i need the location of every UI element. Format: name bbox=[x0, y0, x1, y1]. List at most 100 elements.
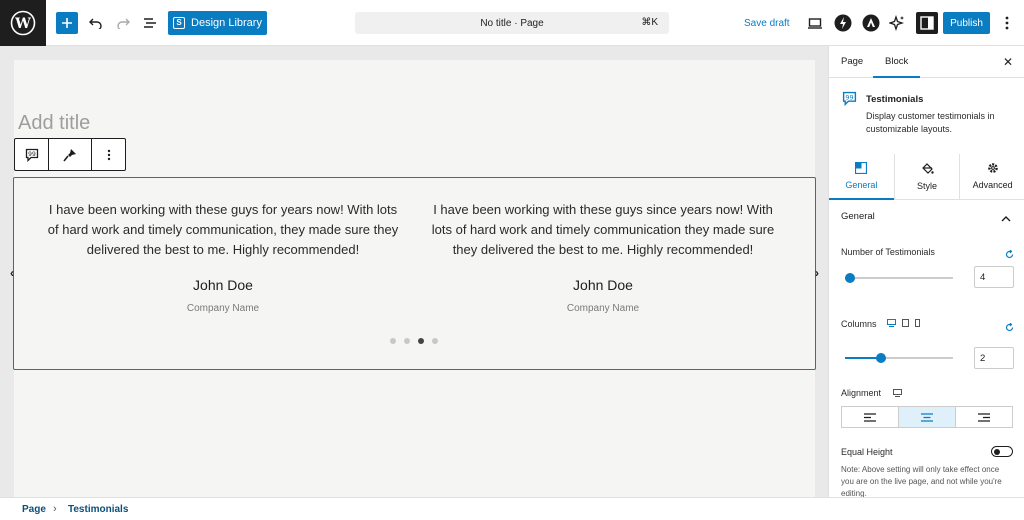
carousel-pagination bbox=[390, 338, 438, 344]
align-center-icon bbox=[921, 412, 933, 422]
active-tab-indicator bbox=[873, 76, 920, 78]
gear-icon bbox=[987, 163, 998, 173]
slider-thumb[interactable] bbox=[845, 273, 855, 283]
inspector-tabs: General Style Advanced bbox=[829, 154, 1024, 200]
mobile-icon[interactable] bbox=[915, 319, 920, 327]
redo-icon[interactable] bbox=[113, 12, 133, 34]
breadcrumb-page[interactable]: Page bbox=[22, 504, 46, 515]
desktop-icon[interactable] bbox=[893, 389, 902, 397]
more-vertical-icon bbox=[107, 149, 110, 160]
chevron-up-icon[interactable] bbox=[1001, 210, 1011, 228]
toggle-knob bbox=[994, 448, 1000, 455]
brush-icon bbox=[63, 148, 76, 161]
pagination-dot[interactable] bbox=[432, 338, 438, 344]
tab-block[interactable]: Block bbox=[885, 56, 908, 67]
align-center-button[interactable] bbox=[899, 407, 956, 427]
testimonial-card: I have been working with these guys sinc… bbox=[419, 200, 787, 314]
testimonial-icon: 99 bbox=[842, 91, 857, 111]
desktop-icon[interactable] bbox=[887, 319, 896, 327]
equal-height-toggle[interactable] bbox=[991, 446, 1013, 457]
tab-advanced[interactable]: Advanced bbox=[960, 154, 1024, 199]
testimonial-quote: I have been working with these guys sinc… bbox=[431, 202, 775, 257]
sidebar-tabs: Page Block ✕ bbox=[829, 46, 1024, 78]
svg-text:99: 99 bbox=[845, 94, 853, 102]
alignment-control bbox=[841, 406, 1013, 428]
command-palette-bar[interactable]: No title · Page ⌘K bbox=[355, 12, 669, 34]
top-toolbar: W S Design Library No title · Page ⌘K Sa… bbox=[0, 0, 1024, 46]
block-type-button[interactable]: 99 bbox=[15, 139, 49, 170]
columns-input[interactable]: 2 bbox=[974, 347, 1014, 369]
columns-label: Columns bbox=[841, 319, 877, 329]
command-shortcut: ⌘K bbox=[641, 17, 658, 28]
device-switcher bbox=[887, 319, 920, 327]
tablet-icon[interactable] bbox=[902, 319, 909, 327]
settings-sidebar: Page Block ✕ 99 Testimonials Display cus… bbox=[828, 46, 1024, 497]
tab-style[interactable]: Style bbox=[895, 154, 961, 199]
block-card-description: Display customer testimonials in customi… bbox=[866, 111, 995, 134]
undo-icon[interactable] bbox=[86, 12, 106, 34]
tab-style-label: Style bbox=[917, 181, 938, 191]
publish-button[interactable]: Publish bbox=[943, 12, 990, 34]
testimonial-name: John Doe bbox=[193, 277, 253, 293]
testimonial-quote: I have been working with these guys for … bbox=[47, 202, 399, 257]
more-vertical-icon[interactable] bbox=[998, 12, 1016, 34]
add-block-button[interactable] bbox=[56, 12, 78, 34]
align-right-button[interactable] bbox=[956, 407, 1012, 427]
tab-general-label: General bbox=[845, 180, 878, 190]
align-right-icon bbox=[978, 412, 990, 422]
document-title: No title · Page bbox=[480, 17, 544, 29]
testimonial-card: I have been working with these guys for … bbox=[39, 200, 407, 314]
block-styles-button[interactable] bbox=[49, 139, 92, 170]
number-of-testimonials-slider[interactable] bbox=[845, 273, 953, 283]
testimonials-block[interactable]: ‹ I have been working with these guys fo… bbox=[10, 177, 819, 370]
testimonial-company: Company Name bbox=[566, 303, 640, 314]
carousel-prev-arrow[interactable]: ‹ bbox=[10, 266, 14, 280]
wordpress-logo-icon[interactable]: W bbox=[0, 0, 46, 46]
slider-thumb[interactable] bbox=[876, 353, 886, 363]
save-draft-button[interactable]: Save draft bbox=[744, 15, 790, 31]
list-view-icon[interactable] bbox=[140, 12, 160, 34]
ai-sparkle-icon[interactable] bbox=[886, 12, 908, 34]
number-of-testimonials-input[interactable]: 4 bbox=[974, 266, 1014, 288]
bolt-icon[interactable] bbox=[832, 12, 854, 34]
section-title[interactable]: General bbox=[841, 211, 875, 222]
reset-icon[interactable] bbox=[1005, 246, 1014, 264]
testimonial-name: John Doe bbox=[573, 277, 633, 293]
preview-desktop-icon[interactable] bbox=[804, 12, 826, 34]
carousel-next-arrow[interactable]: › bbox=[815, 266, 819, 280]
editor-app: W S Design Library No title · Page ⌘K Sa… bbox=[0, 0, 1024, 520]
settings-sidebar-icon[interactable] bbox=[916, 12, 938, 34]
breadcrumb-separator: › bbox=[53, 503, 57, 515]
tab-page[interactable]: Page bbox=[841, 56, 863, 67]
testimonial-icon: 99 bbox=[25, 148, 38, 162]
breadcrumb: Page › Testimonials bbox=[0, 497, 1024, 520]
post-title-input[interactable]: Add title bbox=[18, 112, 90, 135]
reset-icon[interactable] bbox=[1005, 319, 1014, 337]
block-options-button[interactable] bbox=[92, 139, 125, 170]
equal-height-note: Note: Above setting will only take effec… bbox=[841, 465, 1002, 497]
align-left-button[interactable] bbox=[842, 407, 899, 427]
equal-height-label: Equal Height bbox=[841, 447, 893, 457]
tab-advanced-label: Advanced bbox=[972, 180, 1013, 190]
svg-text:W: W bbox=[14, 16, 31, 32]
testimonial-company: Company Name bbox=[186, 303, 260, 314]
svg-text:99: 99 bbox=[28, 151, 36, 158]
design-library-label: Design Library bbox=[191, 17, 262, 29]
paint-bucket-icon bbox=[921, 163, 934, 174]
astra-icon[interactable] bbox=[860, 12, 882, 34]
breadcrumb-testimonials[interactable]: Testimonials bbox=[68, 504, 128, 515]
pagination-dot[interactable] bbox=[404, 338, 410, 344]
pagination-dot[interactable] bbox=[390, 338, 396, 344]
stackable-logo-icon: S bbox=[173, 17, 186, 29]
block-card-title: Testimonials bbox=[866, 94, 924, 105]
tab-general[interactable]: General bbox=[829, 154, 895, 200]
block-toolbar: 99 bbox=[14, 138, 126, 171]
pagination-dot[interactable] bbox=[418, 338, 424, 344]
layout-icon bbox=[855, 162, 868, 174]
alignment-label: Alignment bbox=[841, 388, 882, 398]
align-left-icon bbox=[864, 412, 876, 422]
number-of-testimonials-label: Number of Testimonials bbox=[841, 247, 935, 257]
close-icon[interactable]: ✕ bbox=[1003, 55, 1013, 69]
columns-slider[interactable] bbox=[845, 353, 953, 363]
design-library-button[interactable]: S Design Library bbox=[168, 11, 267, 35]
